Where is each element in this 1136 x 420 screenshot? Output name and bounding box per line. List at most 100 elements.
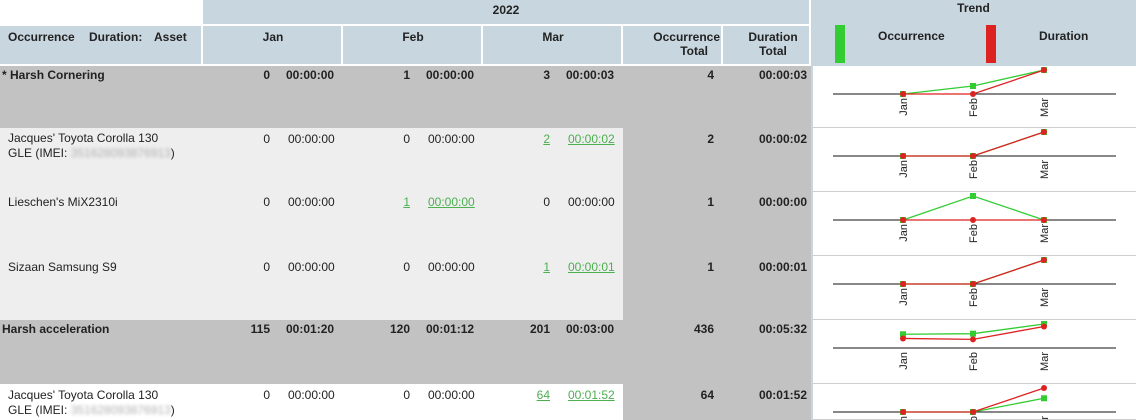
trend-axis-label: Feb	[968, 98, 980, 117]
feb-occurrence: 120	[389, 322, 410, 336]
mar-occurrence-link[interactable]: 64	[510, 388, 550, 402]
trend-line-duration	[903, 131, 1045, 157]
mar-duration: 00:00:03	[566, 68, 615, 82]
trend-axis-label: Feb	[968, 416, 980, 420]
header-separator	[621, 26, 623, 64]
jan-duration: 00:00:00	[288, 260, 335, 274]
asset-name-line1: Jacques' Toyota Corolla 130	[8, 131, 159, 145]
header-occurrence-total-line1: Occurrence	[653, 30, 720, 44]
duration-total: 00:00:00	[758, 195, 807, 209]
jan-duration: 00:00:00	[286, 68, 335, 82]
trend-chart: Jan Feb Mar	[833, 129, 1116, 179]
asset-name[interactable]: Sizaan Samsung S9	[8, 260, 208, 275]
jan-duration: 00:00:00	[288, 132, 335, 146]
header-occurrence-label[interactable]: Occurrence	[8, 30, 75, 44]
header-month-mar[interactable]: Mar	[483, 30, 623, 44]
jan-duration: 00:00:00	[288, 195, 335, 209]
trend-sparkline: Jan Feb Mar	[813, 320, 1136, 384]
jan-occurrence: 0	[263, 195, 270, 209]
trend-point-occurrence	[970, 83, 976, 89]
duration-total: 00:01:52	[758, 388, 807, 402]
duration-total: 00:00:01	[758, 260, 807, 274]
trend-point-duration	[970, 281, 976, 287]
header-month-feb[interactable]: Feb	[343, 30, 483, 44]
header-duration-total[interactable]: Duration Total	[723, 30, 809, 58]
feb-duration: 00:00:00	[428, 132, 475, 146]
feb-duration: 00:00:00	[428, 388, 475, 402]
trend-axis-label: Feb	[968, 288, 980, 307]
feb-duration: 00:00:00	[428, 260, 475, 274]
imei-suffix: )	[170, 403, 175, 417]
trend-line-occurrence	[903, 131, 1045, 157]
header-duration-label[interactable]: Duration:	[89, 30, 142, 44]
trend-chart: Jan Feb Mar	[833, 257, 1116, 307]
jan-occurrence: 0	[263, 132, 270, 146]
trend-point-duration	[1041, 257, 1047, 263]
asset-name[interactable]: Jacques' Toyota Corolla 130 GLE (IMEI: 3…	[8, 388, 208, 418]
trend-axis-label: Feb	[968, 160, 980, 179]
feb-occurrence: 0	[403, 132, 410, 146]
header-year: 2022	[492, 3, 520, 17]
trend-line-duration	[903, 259, 1045, 285]
trend-sparkline: Jan Feb Mar	[813, 256, 1136, 320]
trend-point-occurrence	[970, 193, 976, 199]
mar-occurrence: 201	[529, 322, 550, 336]
header-month-jan[interactable]: Jan	[203, 30, 343, 44]
header-occurrence-total[interactable]: Occurrence Total	[623, 30, 723, 58]
occurrence-total: 64	[700, 388, 714, 402]
imei-prefix: GLE (IMEI:	[8, 146, 71, 160]
mar-occurrence-link[interactable]: 1	[510, 260, 550, 274]
event-group-name[interactable]: Harsh acceleration	[2, 322, 109, 336]
trend-axis-label: Jan	[898, 98, 910, 116]
duration-total: 00:05:32	[758, 322, 807, 336]
imei-redacted: 351628093876913	[70, 403, 171, 417]
trend-axis-label: Jan	[898, 352, 910, 370]
jan-duration: 00:01:20	[286, 322, 335, 336]
trend-chart: Jan Feb Mar	[833, 193, 1116, 243]
occurrence-legend-swatch	[835, 25, 845, 63]
trend-point-duration	[900, 153, 906, 159]
trend-point-duration	[1041, 323, 1047, 330]
trend-point-duration	[1041, 385, 1047, 391]
feb-duration: 00:01:12	[426, 322, 475, 336]
jan-duration: 00:00:00	[288, 388, 335, 402]
header-separator	[341, 26, 343, 64]
jan-occurrence: 0	[263, 68, 270, 82]
feb-occurrence-link[interactable]: 1	[370, 195, 410, 209]
jan-occurrence: 0	[263, 260, 270, 274]
event-group-name[interactable]: * Harsh Cornering	[2, 68, 105, 82]
trend-point-duration	[970, 153, 976, 159]
mar-duration: 00:00:00	[568, 195, 615, 209]
trend-point-duration	[1041, 217, 1047, 223]
imei-prefix: GLE (IMEI:	[8, 403, 71, 417]
trend-chart: Jan Feb Mar	[833, 321, 1116, 371]
trend-point-duration	[900, 409, 906, 415]
trend-point-duration	[970, 336, 976, 343]
trend-point-occurrence	[970, 330, 976, 337]
imei-suffix: )	[170, 146, 175, 160]
jan-occurrence: 115	[250, 322, 270, 336]
header-duration-total-line1: Duration	[748, 30, 798, 44]
trend-axis-label: Feb	[968, 352, 980, 371]
feb-occurrence: 0	[403, 388, 410, 402]
asset-name[interactable]: Jacques' Toyota Corolla 130 GLE (IMEI: 3…	[8, 131, 208, 161]
trend-point-duration	[900, 91, 906, 97]
mar-duration-link[interactable]: 00:00:01	[568, 260, 615, 274]
trend-sparkline: Jan Feb Mar	[813, 192, 1136, 256]
imei-redacted: 351628093876913	[70, 146, 171, 160]
occurrence-total: 4	[707, 68, 714, 82]
occurrence-total: 1	[707, 260, 714, 274]
duration-total: 00:00:03	[758, 68, 807, 82]
duration-legend-swatch	[986, 25, 996, 63]
trend-point-duration	[1041, 129, 1047, 135]
asset-name[interactable]: Lieschen's MiX2310i	[8, 195, 208, 210]
trend-line-occurrence	[902, 195, 1045, 221]
mar-duration-link[interactable]: 00:00:02	[568, 132, 615, 146]
duration-total: 00:00:02	[758, 132, 807, 146]
header-asset-label[interactable]: Asset	[154, 30, 187, 44]
asset-name-line2: GLE (IMEI: 351628093876913)	[8, 146, 208, 161]
duration-legend-label: Duration	[1039, 29, 1089, 43]
mar-duration-link[interactable]: 00:01:52	[568, 388, 615, 402]
mar-occurrence-link[interactable]: 2	[510, 132, 550, 146]
feb-duration-link[interactable]: 00:00:00	[428, 195, 475, 209]
